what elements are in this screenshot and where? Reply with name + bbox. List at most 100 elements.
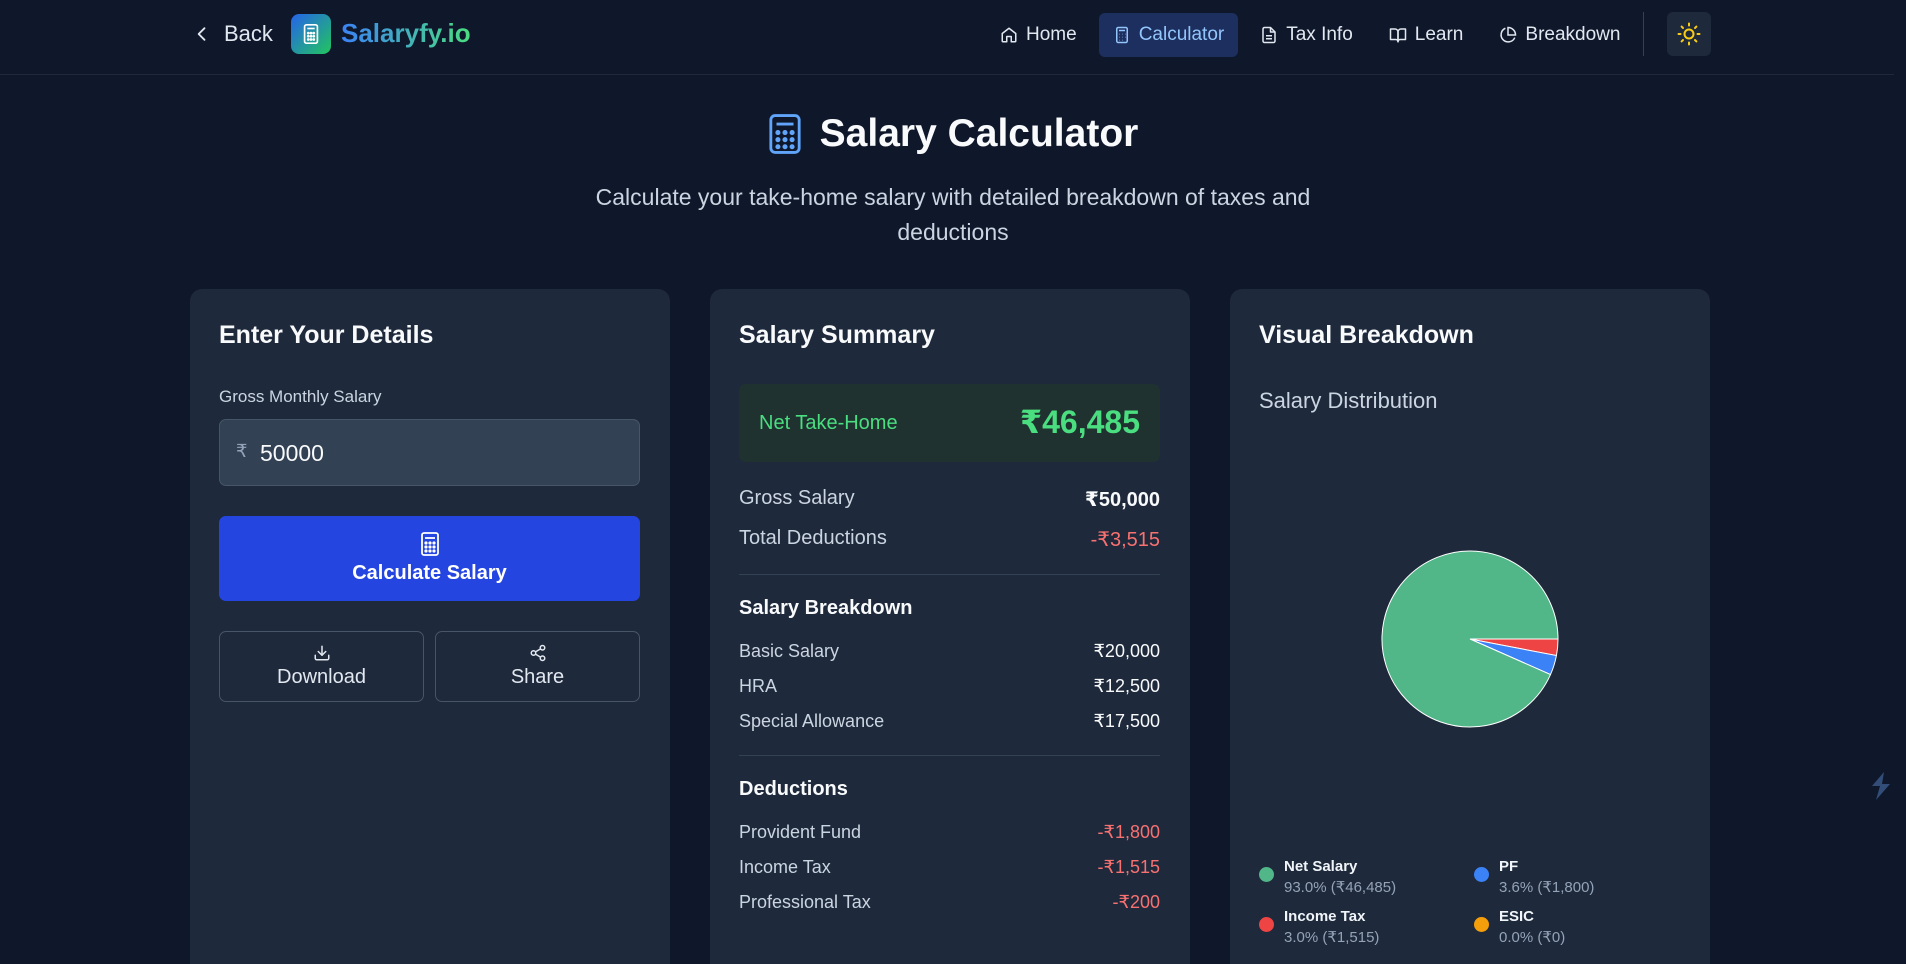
deduction-row: Provident Fund -₹1,800: [739, 822, 1160, 843]
share-label: Share: [510, 666, 565, 688]
nav-item-breakdown[interactable]: Breakdown: [1485, 13, 1634, 57]
row-label: Income Tax: [739, 857, 831, 877]
legend-swatch: [1474, 917, 1489, 932]
salary-breakdown-title: Salary Breakdown: [739, 597, 913, 619]
download-icon: [314, 645, 329, 661]
legend-value: 3.6% (₹1,800): [1499, 879, 1595, 896]
calculate-salary-button[interactable]: Calculate Salary: [219, 516, 640, 601]
download-button[interactable]: Download: [219, 631, 424, 702]
book-open-icon: [1389, 28, 1407, 43]
top-navbar: Back Salaryfy.io Home Calculator Tax Inf…: [0, 0, 1906, 75]
nav-divider: [1643, 12, 1644, 56]
row-value: ₹50,000: [1084, 489, 1160, 511]
gross-salary-input[interactable]: [260, 430, 620, 476]
share-button[interactable]: Share: [435, 631, 640, 702]
row-value: -₹200: [1112, 892, 1160, 912]
deduction-row: Income Tax -₹1,515: [739, 857, 1160, 878]
row-label: Basic Salary: [739, 641, 840, 661]
breakdown-row: Special Allowance ₹17,500: [739, 711, 1160, 732]
nav-item-home[interactable]: Home: [986, 13, 1091, 57]
divider: [739, 574, 1160, 575]
scrollbar[interactable]: [1894, 0, 1906, 964]
brand-logo[interactable]: [291, 14, 331, 54]
back-label: Back: [224, 21, 273, 46]
nav-label: Tax Info: [1286, 24, 1353, 45]
gross-salary-row: Gross Salary ₹50,000: [739, 487, 1160, 512]
legend-swatch: [1474, 867, 1489, 882]
floating-widget-icon[interactable]: [1866, 766, 1896, 806]
net-take-home-box: Net Take-Home ₹46,485: [739, 384, 1160, 462]
legend-swatch: [1259, 917, 1274, 932]
chevron-left-icon: [197, 27, 206, 41]
summary-card-title: Salary Summary: [739, 321, 935, 349]
legend-label: PF: [1499, 858, 1519, 875]
page-title: Salary Calculator: [819, 112, 1139, 155]
details-card: Enter Your Details Gross Monthly Salary …: [190, 289, 670, 964]
row-label: Special Allowance: [739, 711, 885, 731]
nav-label: Home: [1026, 24, 1077, 45]
legend-label: Income Tax: [1284, 908, 1366, 925]
rupee-icon: ₹: [236, 441, 248, 461]
calculate-salary-label: Calculate Salary: [352, 562, 507, 584]
nav-label: Calculator: [1138, 24, 1225, 45]
calculator-icon: [420, 532, 439, 556]
share-icon: [530, 644, 545, 662]
deductions-title: Deductions: [739, 778, 848, 800]
chart-title: Salary Distribution: [1259, 388, 1438, 413]
download-label: Download: [277, 666, 366, 688]
legend-value: 0.0% (₹0): [1499, 929, 1566, 946]
row-value: -₹3,515: [1090, 529, 1160, 551]
back-button[interactable]: Back: [192, 16, 273, 52]
summary-card: Salary Summary Net Take-Home ₹46,485 Gro…: [710, 289, 1190, 964]
row-value: -₹1,800: [1097, 822, 1161, 842]
legend-item: ESIC 0.0% (₹0): [1474, 908, 1674, 948]
nav-label: Learn: [1414, 24, 1464, 45]
gross-salary-field: ₹: [219, 419, 640, 486]
salary-distribution-pie-chart: [1381, 550, 1559, 728]
main-nav: Home Calculator Tax Info Learn Breakdown: [986, 13, 1634, 57]
row-label: HRA: [739, 676, 778, 696]
legend-value: 93.0% (₹46,485): [1284, 879, 1397, 896]
legend-item: Net Salary 93.0% (₹46,485): [1259, 858, 1459, 898]
legend-item: PF 3.6% (₹1,800): [1474, 858, 1674, 898]
row-label: Total Deductions: [739, 527, 887, 549]
legend-swatch: [1259, 867, 1274, 882]
pie-chart-icon: [1500, 26, 1517, 43]
details-card-title: Enter Your Details: [219, 321, 434, 349]
net-take-home-value: ₹46,485: [1019, 404, 1140, 440]
deduction-row: Professional Tax -₹200: [739, 892, 1160, 913]
legend-item: Income Tax 3.0% (₹1,515): [1259, 908, 1459, 948]
row-label: Provident Fund: [739, 822, 862, 842]
visual-card-title: Visual Breakdown: [1259, 321, 1474, 349]
breakdown-row: Basic Salary ₹20,000: [739, 641, 1160, 662]
page-subtitle: Calculate your take-home salary with det…: [595, 184, 1311, 245]
nav-item-calculator[interactable]: Calculator: [1098, 13, 1239, 57]
calculator-icon: [1115, 26, 1128, 44]
legend-label: ESIC: [1499, 908, 1535, 925]
theme-toggle-button[interactable]: [1667, 12, 1711, 56]
gross-salary-label: Gross Monthly Salary: [219, 387, 382, 406]
legend-label: Net Salary: [1284, 858, 1358, 875]
row-value: -₹1,515: [1097, 857, 1161, 877]
page-header: Salary Calculator: [0, 112, 1906, 156]
home-icon: [1001, 27, 1017, 43]
row-label: Gross Salary: [739, 487, 855, 509]
nav-label: Breakdown: [1525, 24, 1621, 45]
divider: [739, 755, 1160, 756]
row-value: ₹20,000: [1093, 641, 1160, 661]
visual-breakdown-card: Visual Breakdown Salary Distribution Net…: [1230, 289, 1710, 964]
net-take-home-label: Net Take-Home: [759, 412, 898, 434]
row-value: ₹17,500: [1093, 711, 1160, 731]
nav-item-tax-info[interactable]: Tax Info: [1246, 13, 1367, 57]
brand-name[interactable]: Salaryfy.io: [341, 18, 471, 49]
total-deductions-row: Total Deductions -₹3,515: [739, 527, 1160, 552]
breakdown-row: HRA ₹12,500: [739, 676, 1160, 697]
row-value: ₹12,500: [1093, 676, 1160, 696]
file-text-icon: [1262, 26, 1276, 44]
row-label: Professional Tax: [739, 892, 871, 912]
calculator-icon: [769, 114, 801, 154]
calculator-icon: [303, 24, 319, 44]
legend-value: 3.0% (₹1,515): [1284, 929, 1380, 946]
nav-item-learn[interactable]: Learn: [1375, 13, 1478, 57]
pie-slice-net-salary[interactable]: [1381, 550, 1559, 728]
